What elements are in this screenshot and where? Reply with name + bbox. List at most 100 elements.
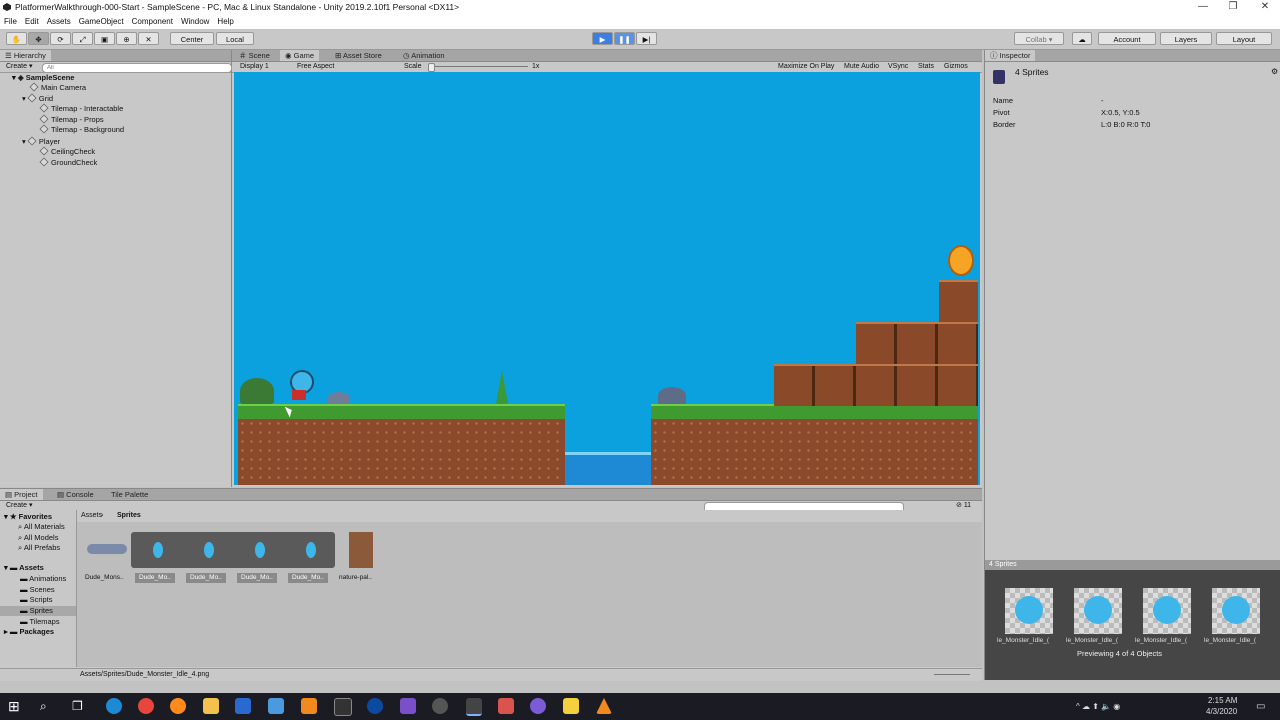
play-button[interactable]: ▶ bbox=[592, 32, 613, 45]
scene-root[interactable]: ▾ ◈ SampleScene bbox=[12, 73, 74, 83]
thumbnail-size-slider[interactable] bbox=[934, 674, 970, 675]
tab-project[interactable]: ▤ Project bbox=[0, 489, 43, 500]
rotate-tool-icon[interactable]: ⟳ bbox=[50, 32, 71, 45]
menu-window[interactable]: Window bbox=[177, 15, 213, 29]
menu-component[interactable]: Component bbox=[128, 15, 177, 29]
edge-icon[interactable] bbox=[106, 698, 122, 714]
hierarchy-item-grid[interactable]: ▾ Grid bbox=[22, 93, 53, 104]
hierarchy-item-tilemap-interactable[interactable]: Tilemap - Interactable bbox=[39, 103, 123, 114]
recorder-icon[interactable] bbox=[498, 698, 514, 714]
tab-asset-store[interactable]: ⊞ Asset Store bbox=[330, 50, 387, 61]
visual-studio-icon[interactable] bbox=[400, 698, 416, 714]
menu-assets[interactable]: Assets bbox=[43, 15, 75, 29]
clock-date[interactable]: 4/3/2020 bbox=[1206, 707, 1237, 716]
favorite-all-prefabs[interactable]: ⌕ All Prefabs bbox=[18, 543, 60, 553]
windows-start-icon[interactable]: ⊞ bbox=[8, 698, 24, 714]
stats-toggle[interactable]: Stats bbox=[918, 62, 934, 72]
hierarchy-search-input[interactable] bbox=[42, 63, 232, 73]
menu-file[interactable]: File bbox=[0, 15, 21, 29]
clock-time[interactable]: 2:15 AM bbox=[1208, 696, 1237, 705]
folder-scripts[interactable]: ▬ Scripts bbox=[20, 595, 53, 605]
notification-icon[interactable]: ▭ bbox=[1256, 701, 1265, 712]
sublime-icon[interactable] bbox=[301, 698, 317, 714]
menu-help[interactable]: Help bbox=[213, 15, 237, 29]
favorites-header[interactable]: ▾ ★ Favorites bbox=[4, 512, 52, 522]
menu-edit[interactable]: Edit bbox=[21, 15, 43, 29]
layout-dropdown[interactable]: Layout bbox=[1216, 32, 1272, 45]
unity-editor-icon[interactable] bbox=[466, 698, 482, 716]
asset-thumb-spritesheet[interactable] bbox=[87, 544, 127, 554]
tab-inspector[interactable]: ⓘ Inspector bbox=[985, 50, 1036, 61]
tab-hierarchy[interactable]: ☰ Hierarchy bbox=[0, 50, 51, 61]
file-explorer-icon[interactable] bbox=[203, 698, 219, 714]
close-button[interactable]: ✕ bbox=[1250, 0, 1280, 15]
app-icon[interactable] bbox=[268, 698, 284, 714]
task-view-icon[interactable]: ❐ bbox=[72, 698, 88, 714]
tab-scene[interactable]: ＃ Scene bbox=[234, 50, 275, 61]
hierarchy-item-main-camera[interactable]: Main Camera bbox=[29, 82, 86, 93]
search-icon[interactable]: ⌕ bbox=[40, 698, 56, 714]
asset-thumb-sprite[interactable] bbox=[153, 542, 163, 558]
transform-tool-icon[interactable]: ⊕ bbox=[116, 32, 137, 45]
firefox-icon[interactable] bbox=[170, 698, 186, 714]
asset-thumb-sprite[interactable] bbox=[255, 542, 265, 558]
aspect-dropdown[interactable]: Free Aspect bbox=[297, 62, 334, 72]
hierarchy-create-button[interactable]: Create ▾ bbox=[6, 62, 32, 72]
folder-animations[interactable]: ▬ Animations bbox=[20, 574, 66, 584]
breadcrumb-sprites[interactable]: Sprites bbox=[117, 511, 141, 521]
breadcrumb-assets[interactable]: Assets bbox=[81, 511, 102, 521]
display-dropdown[interactable]: Display 1 bbox=[240, 62, 269, 72]
rect-tool-icon[interactable]: ▣ bbox=[94, 32, 115, 45]
step-button[interactable]: ▶| bbox=[636, 32, 657, 45]
hierarchy-item-tilemap-props[interactable]: Tilemap - Props bbox=[39, 114, 104, 125]
tray-icons[interactable]: ^ ☁ ⬆ 🔈 ◉ bbox=[1076, 702, 1120, 711]
gizmos-dropdown[interactable]: Gizmos bbox=[944, 62, 968, 72]
hierarchy-item-groundcheck[interactable]: GroundCheck bbox=[39, 157, 97, 168]
tab-animation[interactable]: ◷ Animation bbox=[398, 50, 450, 61]
terminal-icon[interactable] bbox=[334, 698, 352, 716]
folder-tilemaps[interactable]: ▬ Tilemaps bbox=[20, 617, 60, 627]
folder-sprites[interactable]: ▬ Sprites bbox=[0, 606, 76, 616]
scale-tool-icon[interactable]: ⤢ bbox=[72, 32, 93, 45]
unity-hub-icon[interactable] bbox=[432, 698, 448, 714]
hand-tool-icon[interactable]: ✋ bbox=[6, 32, 27, 45]
pause-button[interactable]: ❚❚ bbox=[614, 32, 635, 45]
minimize-button[interactable]: — bbox=[1188, 0, 1218, 15]
tab-tile-palette[interactable]: Tile Palette bbox=[106, 489, 153, 500]
favorite-all-materials[interactable]: ⌕ All Materials bbox=[18, 522, 65, 532]
folder-scenes[interactable]: ▬ Scenes bbox=[20, 585, 55, 595]
favorite-all-models[interactable]: ⌕ All Models bbox=[18, 533, 58, 543]
collab-button[interactable]: Collab ▾ bbox=[1014, 32, 1064, 45]
move-tool-icon[interactable]: ✥ bbox=[28, 32, 49, 45]
packages-folder[interactable]: ▸ ▬ Packages bbox=[4, 627, 54, 637]
inspector-value-border[interactable]: L:0 B:0 R:0 T:0 bbox=[1101, 120, 1150, 129]
scale-slider[interactable] bbox=[428, 66, 528, 67]
custom-tool-icon[interactable]: ✕ bbox=[138, 32, 159, 45]
browser-icon[interactable] bbox=[367, 698, 383, 714]
tab-console[interactable]: ▤ Console bbox=[52, 489, 99, 500]
pivot-local-button[interactable]: Local bbox=[216, 32, 254, 45]
assets-folder[interactable]: ▾ ▬ Assets bbox=[4, 563, 44, 573]
discord-icon[interactable] bbox=[530, 698, 546, 714]
menu-gameobject[interactable]: GameObject bbox=[75, 15, 128, 29]
tab-game[interactable]: ◉ Game bbox=[280, 50, 320, 61]
asset-thumb-sprite[interactable] bbox=[204, 542, 214, 558]
mute-audio-toggle[interactable]: Mute Audio bbox=[844, 62, 879, 72]
vlc-icon[interactable] bbox=[596, 698, 612, 714]
settings-icon[interactable]: ⚙ bbox=[1271, 67, 1278, 76]
game-viewport[interactable] bbox=[234, 72, 980, 485]
maximize-button[interactable]: ❐ bbox=[1218, 0, 1248, 15]
notes-icon[interactable] bbox=[563, 698, 579, 714]
hierarchy-item-player[interactable]: ▾ Player bbox=[22, 136, 60, 147]
asset-thumb-nature-palette[interactable] bbox=[349, 532, 373, 568]
hierarchy-item-tilemap-background[interactable]: Tilemap - Background bbox=[39, 124, 124, 135]
account-dropdown[interactable]: Account bbox=[1098, 32, 1156, 45]
hierarchy-item-ceilingcheck[interactable]: CeilingCheck bbox=[39, 146, 95, 157]
cloud-icon[interactable]: ☁ bbox=[1072, 32, 1092, 45]
chrome-icon[interactable] bbox=[138, 698, 154, 714]
store-icon[interactable] bbox=[235, 698, 251, 714]
inspector-value-pivot[interactable]: X:0.5, Y:0.5 bbox=[1101, 108, 1140, 117]
asset-thumb-sprite[interactable] bbox=[306, 542, 316, 558]
maximize-on-play-toggle[interactable]: Maximize On Play bbox=[778, 62, 834, 72]
layers-dropdown[interactable]: Layers bbox=[1160, 32, 1212, 45]
